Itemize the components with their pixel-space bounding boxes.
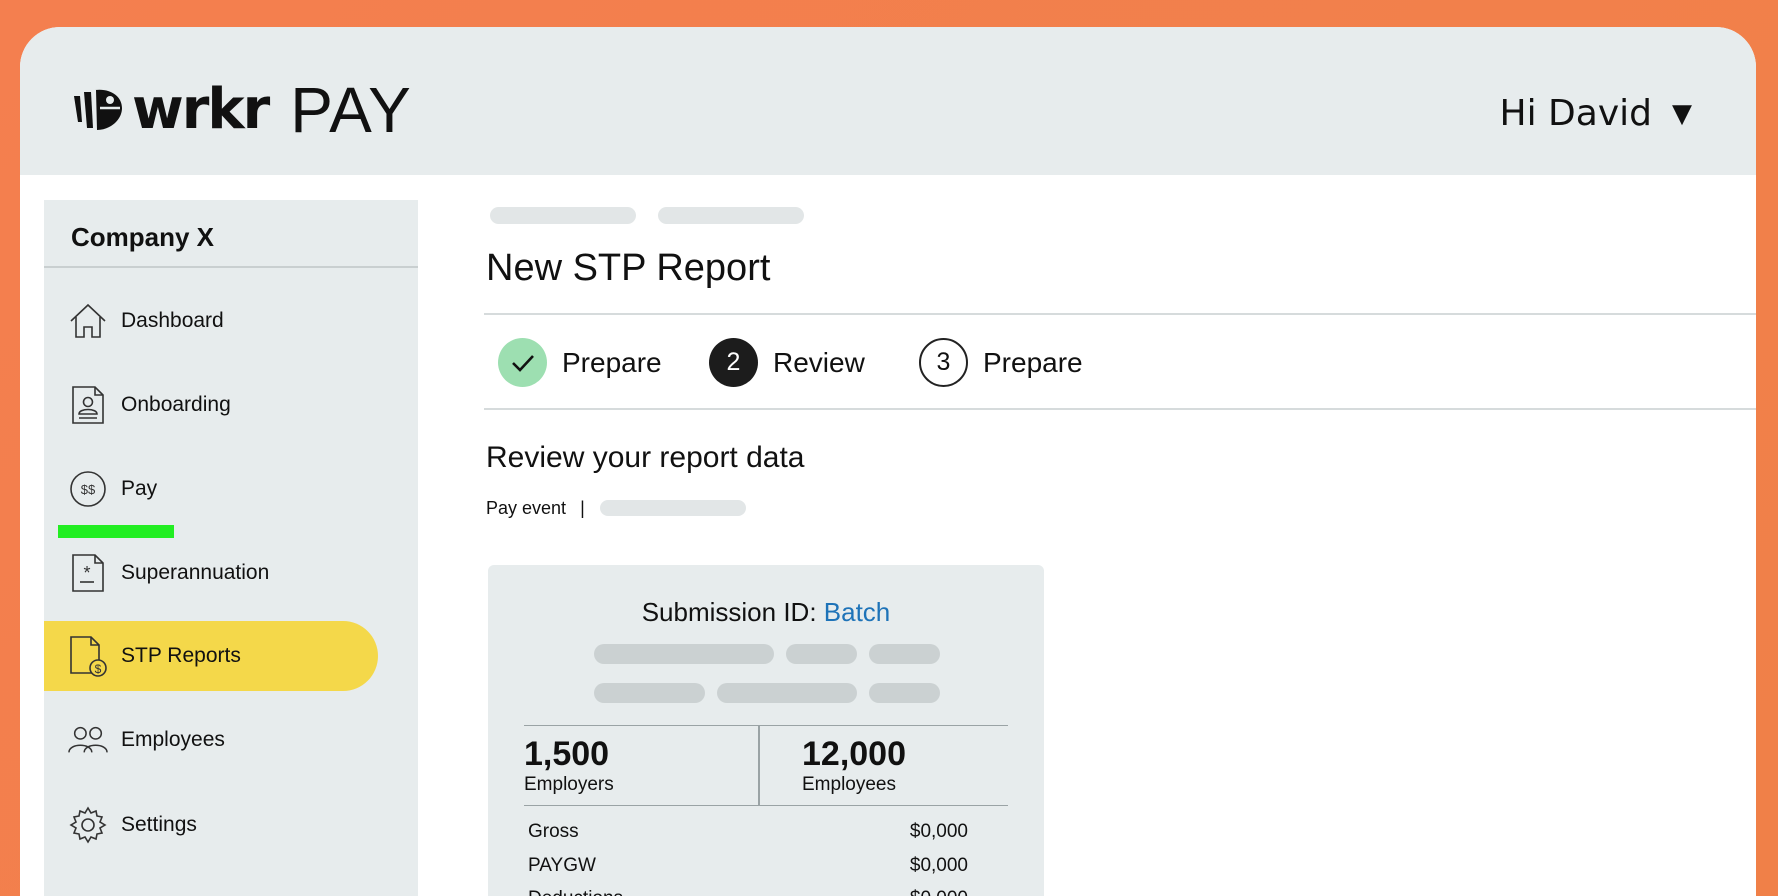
sidebar-item-stp-reports[interactable]: $ STP Reports (44, 621, 378, 691)
step-label: Prepare (983, 346, 1083, 378)
user-greeting: Hi David (1499, 93, 1652, 134)
step-review[interactable]: 2 Review (709, 338, 865, 387)
step-prepare[interactable]: Prepare (498, 338, 662, 387)
pay-event-line: Pay event | (486, 498, 585, 519)
page-title: New STP Report (486, 247, 771, 289)
sidebar-item-label: STP Reports (121, 644, 241, 667)
divider (484, 408, 1756, 410)
wrkr-logo-icon (74, 89, 122, 130)
stats-divider (758, 726, 760, 805)
svg-text:$: $ (95, 662, 102, 676)
sidebar-item-label: Settings (121, 813, 197, 836)
employees-value: 12,000 (802, 735, 906, 773)
row-value: $0,000 (909, 855, 968, 876)
sidebar-item-employees[interactable]: Employees (44, 705, 378, 775)
summary-row-gross: Gross $0,000 (528, 821, 968, 843)
separator: | (580, 498, 585, 518)
submission-link[interactable]: Batch (824, 597, 891, 627)
dollar-document-icon: $ (68, 634, 108, 678)
check-icon (498, 338, 547, 387)
sidebar-item-dashboard[interactable]: Dashboard (44, 286, 378, 356)
summary-row-deductions: Deductions $0,000 (528, 888, 968, 896)
wrkr-pay-logo[interactable]: wrkr PAY (70, 75, 412, 145)
detail-placeholder (869, 683, 940, 703)
sidebar-item-label: Superannuation (121, 561, 270, 584)
company-name: Company X (44, 200, 418, 268)
dollar-circle-icon: $$ (68, 467, 108, 511)
people-icon (68, 718, 108, 762)
step-number: 3 (919, 338, 968, 387)
summary-row-paygw: PAYGW $0,000 (528, 855, 968, 877)
sidebar-item-superannuation[interactable]: * Superannuation (44, 538, 378, 608)
gear-icon (68, 803, 108, 847)
brand-wordmark: wrkr (132, 77, 270, 142)
onboarding-document-icon (68, 383, 108, 427)
employees-stat: 12,000 Employees (802, 734, 906, 796)
caret-down-icon: ▼ (1672, 98, 1692, 129)
sidebar-item-label: Employees (121, 728, 225, 751)
pay-highlight-marker (58, 525, 174, 538)
stats-block: 1,500 Employers 12,000 Employees (524, 725, 1008, 806)
step-label: Review (773, 346, 865, 378)
app-window: wrkr PAY Hi David ▼ Company X Dashboard … (20, 27, 1756, 896)
employers-label: Employers (524, 774, 614, 795)
step-label: Prepare (562, 346, 662, 378)
sidebar-item-label: Dashboard (121, 309, 224, 332)
detail-placeholder (594, 683, 705, 703)
detail-placeholder (786, 644, 857, 664)
pay-event-label: Pay event (486, 498, 567, 518)
home-icon (68, 299, 108, 343)
row-value: $0,000 (909, 821, 968, 842)
detail-placeholder (869, 644, 940, 664)
breadcrumb-placeholder (490, 207, 636, 224)
review-title: Review your report data (486, 441, 805, 474)
svg-text:*: * (83, 563, 90, 583)
step-number: 2 (709, 338, 758, 387)
user-menu[interactable]: Hi David ▼ (1500, 93, 1692, 134)
top-bar: wrkr PAY Hi David ▼ (20, 27, 1756, 175)
employers-stat: 1,500 Employers (524, 734, 614, 796)
star-document-icon: * (68, 551, 108, 595)
divider (484, 313, 1756, 315)
sidebar: Company X Dashboard Onboarding $$ Pay * … (44, 200, 418, 896)
sidebar-item-pay[interactable]: $$ Pay (44, 454, 378, 524)
detail-placeholder (594, 644, 774, 664)
pay-event-placeholder (600, 500, 746, 516)
row-value: $0,000 (910, 888, 968, 896)
sidebar-item-settings[interactable]: Settings (44, 790, 378, 860)
employers-value: 1,500 (524, 735, 610, 773)
submission-label: Submission ID: (641, 597, 817, 627)
row-label: Gross (528, 821, 579, 842)
step-prepare-final[interactable]: 3 Prepare (919, 338, 1083, 387)
row-label: PAYGW (528, 855, 596, 876)
sidebar-item-onboarding[interactable]: Onboarding (44, 370, 378, 440)
sidebar-item-label: Onboarding (121, 393, 231, 416)
summary-card: Submission ID: Batch 1,500 Employers 12,… (488, 565, 1044, 896)
svg-text:$$: $$ (81, 482, 96, 497)
product-name: PAY (290, 74, 412, 146)
row-label: Deductions (528, 888, 623, 896)
sidebar-item-label: Pay (121, 477, 158, 500)
breadcrumb-placeholder (658, 207, 804, 224)
submission-id: Submission ID: Batch (488, 597, 1044, 628)
detail-placeholder (717, 683, 857, 703)
employees-label: Employees (802, 774, 896, 795)
